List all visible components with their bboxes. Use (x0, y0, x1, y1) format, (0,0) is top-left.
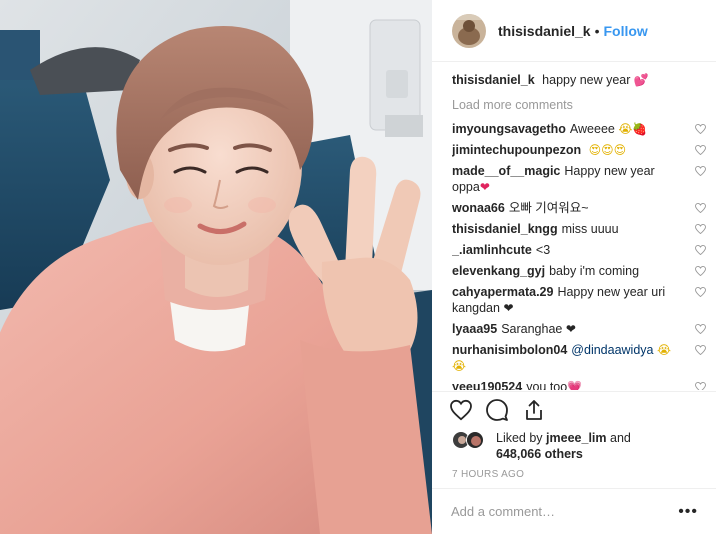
comment-row: lyaaa95 Saranghae ❤ (452, 321, 708, 337)
selfie-image (0, 0, 432, 534)
action-bar (432, 391, 716, 431)
add-comment-input[interactable] (451, 504, 679, 519)
comment-emoji: 😭🍓 (618, 122, 648, 136)
comment-row: elevenkang_gyj baby i'm coming (452, 263, 708, 279)
comment-username[interactable]: wonaa66 (452, 201, 505, 215)
comment-row: nurhanisimbolon04 @dindaawidya 😭😭 (452, 342, 708, 374)
post-side-panel: thisisdaniel_k • Follow thisisdaniel_k h… (432, 0, 716, 534)
small-heart-icon[interactable] (695, 287, 706, 297)
likes-prefix: Liked by (496, 431, 543, 445)
comment-emoji: ❤ (479, 180, 490, 194)
likes-summary: Liked by jmeee_lim and 648,066 others (452, 430, 708, 464)
comment-emoji: ❤ (565, 322, 576, 336)
heart-outline-icon[interactable] (449, 398, 473, 422)
small-heart-icon[interactable] (695, 266, 706, 276)
comment-mention-link[interactable]: @dindaawidya (571, 343, 653, 357)
liker-avatars[interactable] (452, 431, 492, 451)
comment-username[interactable]: jimintechupounpezon (452, 143, 581, 157)
comment-row: yeeu190524 you too💗 (452, 379, 708, 390)
comment-text: miss uuuu (561, 222, 619, 236)
comment-row: cahyapermata.29 Happy new year uri kangda… (452, 284, 708, 316)
comment-username[interactable]: yeeu190524 (452, 380, 522, 390)
comment-row: thisisdaniel_kngg miss uuuu (452, 221, 708, 237)
comment-emoji: 😍😍😍 (588, 143, 627, 157)
follow-button[interactable]: Follow (604, 23, 648, 39)
comment-bubble-icon[interactable] (485, 398, 509, 422)
caption-username[interactable]: thisisdaniel_k (452, 73, 535, 87)
avatar[interactable] (452, 13, 486, 48)
comment-emoji: 💗 (567, 380, 583, 390)
small-heart-icon[interactable] (695, 345, 706, 355)
add-comment-bar: ••• (432, 488, 716, 534)
comment-row: _.iamlinhcute <3 (452, 242, 708, 258)
likes-count-link[interactable]: 648,066 others (496, 447, 583, 461)
small-heart-icon[interactable] (695, 203, 706, 213)
load-more-comments-button[interactable]: Load more comments (452, 97, 708, 113)
liker-username[interactable]: jmeee_lim (546, 431, 606, 445)
post-timestamp[interactable]: 7 HOURS AGO (452, 469, 524, 480)
post-caption: thisisdaniel_k happy new year 💕 (452, 72, 708, 88)
header-separator: • (594, 22, 600, 39)
comment-row: made__of__magic Happy new year oppa❤ (452, 163, 708, 195)
comment-username[interactable]: nurhanisimbolon04 (452, 343, 567, 357)
comment-username[interactable]: made__of__magic (452, 164, 560, 178)
likes-connector: and (610, 431, 631, 445)
comment-username[interactable]: lyaaa95 (452, 322, 497, 336)
comment-row: wonaa66 오빠 기여워요~ (452, 200, 708, 216)
small-heart-icon[interactable] (695, 145, 706, 155)
comment-text: <3 (535, 243, 551, 257)
comment-username[interactable]: thisisdaniel_kngg (452, 222, 558, 236)
comment-text: Aweeee (569, 122, 615, 136)
comment-text: Saranghae (501, 322, 563, 336)
comment-username[interactable]: imyoungsavagetho (452, 122, 566, 136)
comment-text: 오빠 기여워요~ (508, 201, 589, 215)
post-header: thisisdaniel_k • Follow (432, 0, 716, 62)
comment-username[interactable]: _.iamlinhcute (452, 243, 532, 257)
small-heart-icon[interactable] (695, 124, 706, 134)
share-upload-icon[interactable] (522, 398, 546, 422)
small-heart-icon[interactable] (695, 324, 706, 334)
small-heart-icon[interactable] (695, 245, 706, 255)
comment-text: you too (526, 380, 568, 390)
comment-emoji: ❤ (503, 301, 514, 315)
liker-avatar (466, 431, 484, 449)
more-options-icon[interactable]: ••• (678, 503, 698, 521)
comment-username[interactable]: cahyapermata.29 (452, 285, 553, 299)
small-heart-icon[interactable] (695, 224, 706, 234)
caption-text: happy new year (542, 73, 631, 87)
small-heart-icon[interactable] (695, 382, 706, 390)
header-username[interactable]: thisisdaniel_k (498, 23, 591, 39)
comment-row: jimintechupounpezon 😍😍😍 (452, 142, 708, 158)
likes-text: Liked by jmeee_lim and 648,066 others (496, 430, 631, 462)
comment-text: baby i'm coming (549, 264, 640, 278)
caption-emoji: 💕 (633, 73, 649, 87)
comment-row: imyoungsavagetho Aweeee 😭🍓 (452, 121, 708, 137)
comments-list[interactable]: thisisdaniel_k happy new year 💕 Load mor… (452, 72, 708, 390)
post-photo[interactable] (0, 0, 432, 534)
small-heart-icon[interactable] (695, 166, 706, 176)
comment-username[interactable]: elevenkang_gyj (452, 264, 545, 278)
